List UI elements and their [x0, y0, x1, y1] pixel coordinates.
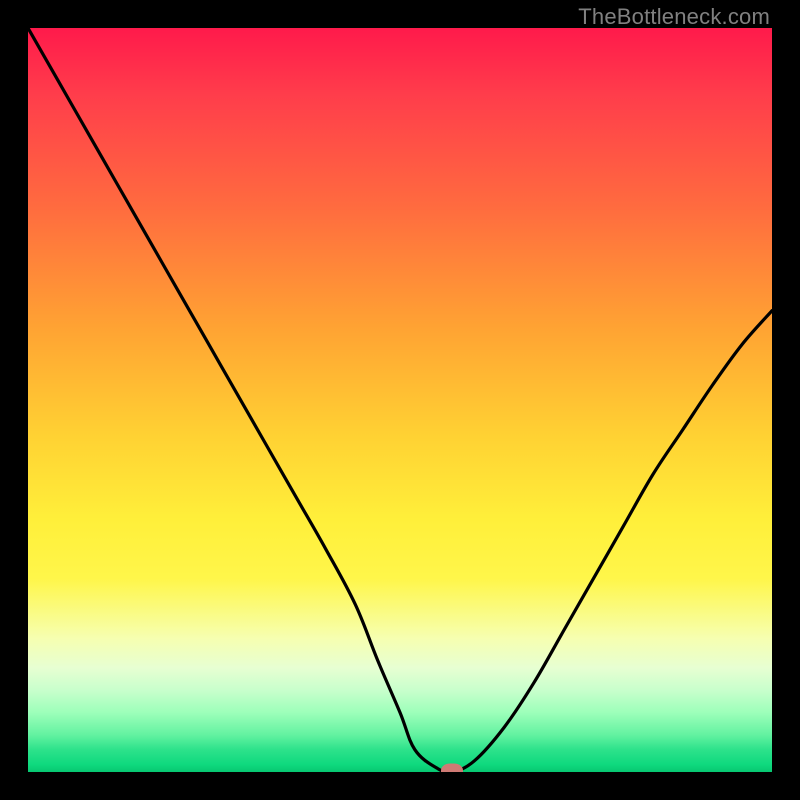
plot-area: [28, 28, 772, 772]
attribution-text: TheBottleneck.com: [578, 4, 770, 30]
optimal-point-marker: [441, 764, 463, 773]
chart-frame: TheBottleneck.com: [0, 0, 800, 800]
bottleneck-curve: [28, 28, 772, 772]
